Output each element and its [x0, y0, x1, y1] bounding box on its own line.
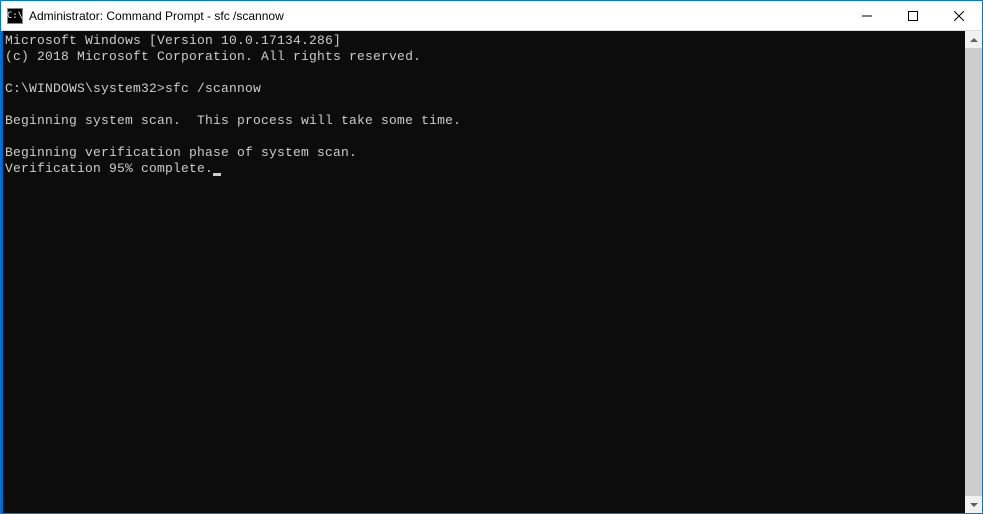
terminal-command: sfc /scannow	[165, 81, 261, 96]
chevron-up-icon	[970, 38, 978, 42]
close-icon	[954, 11, 964, 21]
client-area: Microsoft Windows [Version 10.0.17134.28…	[1, 31, 982, 513]
maximize-icon	[908, 11, 918, 21]
titlebar[interactable]: C:\ Administrator: Command Prompt - sfc …	[1, 1, 982, 31]
scroll-track[interactable]	[965, 48, 982, 496]
cursor	[213, 173, 221, 176]
terminal-progress: Verification 95% complete.	[5, 161, 213, 176]
window-title: Administrator: Command Prompt - sfc /sca…	[29, 9, 844, 23]
window-controls	[844, 1, 982, 30]
vertical-scrollbar[interactable]	[965, 31, 982, 513]
window-frame: C:\ Administrator: Command Prompt - sfc …	[0, 0, 983, 514]
chevron-down-icon	[970, 503, 978, 507]
terminal-output[interactable]: Microsoft Windows [Version 10.0.17134.28…	[3, 31, 965, 513]
terminal-line: Beginning system scan. This process will…	[5, 113, 461, 128]
terminal-prompt: C:\WINDOWS\system32>	[5, 81, 165, 96]
terminal-line: Beginning verification phase of system s…	[5, 145, 357, 160]
scroll-down-button[interactable]	[965, 496, 982, 513]
maximize-button[interactable]	[890, 1, 936, 30]
terminal-line: (c) 2018 Microsoft Corporation. All righ…	[5, 49, 421, 64]
minimize-button[interactable]	[844, 1, 890, 30]
app-icon: C:\	[7, 8, 23, 24]
scroll-up-button[interactable]	[965, 31, 982, 48]
scroll-thumb[interactable]	[965, 48, 982, 496]
close-button[interactable]	[936, 1, 982, 30]
minimize-icon	[862, 11, 872, 21]
terminal-line: Microsoft Windows [Version 10.0.17134.28…	[5, 33, 341, 48]
